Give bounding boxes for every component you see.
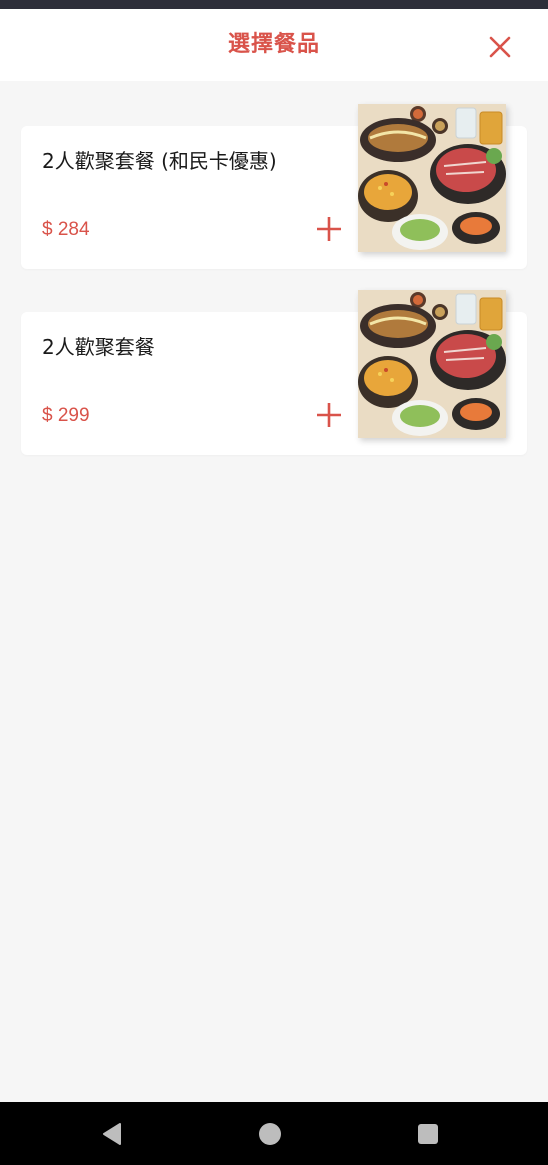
- menu-item-name: 2人歡聚套餐 (和民卡優惠): [42, 149, 277, 173]
- menu-item-image: [358, 104, 506, 252]
- nav-back-button[interactable]: [100, 1122, 124, 1146]
- plus-icon: [317, 217, 341, 241]
- close-button[interactable]: [482, 33, 518, 61]
- add-item-button[interactable]: [314, 214, 344, 244]
- recent-square-icon: [418, 1124, 438, 1144]
- menu-item-price: $ 299: [42, 405, 90, 426]
- home-circle-icon: [259, 1123, 281, 1145]
- nav-home-button[interactable]: [258, 1122, 282, 1146]
- close-icon: [489, 36, 511, 58]
- nav-recent-button[interactable]: [416, 1122, 440, 1146]
- plus-icon: [317, 403, 341, 427]
- status-bar: [0, 0, 548, 9]
- menu-item-image: [358, 290, 506, 438]
- back-triangle-icon: [103, 1123, 121, 1145]
- add-item-button[interactable]: [314, 400, 344, 430]
- header: 選擇餐品: [0, 9, 548, 81]
- system-nav-bar: [0, 1102, 548, 1165]
- menu-item-name: 2人歡聚套餐: [42, 335, 155, 359]
- menu-item-price: $ 284: [42, 219, 90, 240]
- page-title: 選擇餐品: [227, 32, 320, 57]
